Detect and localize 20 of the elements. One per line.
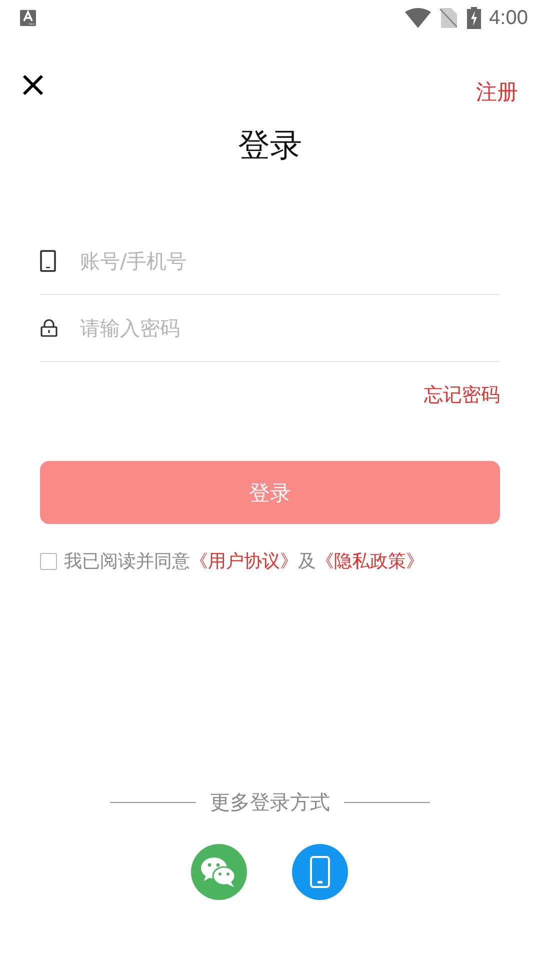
agreement-checkbox[interactable] bbox=[40, 552, 57, 570]
more-login-label: 更多登录方式 bbox=[210, 789, 330, 816]
user-agreement-link[interactable]: 《用户协议》 bbox=[190, 551, 298, 572]
privacy-policy-link[interactable]: 《隐私政策》 bbox=[316, 551, 424, 572]
wifi-icon bbox=[405, 8, 432, 28]
forgot-password-link[interactable]: 忘记密码 bbox=[424, 382, 500, 408]
password-field[interactable]: 请输入密码 bbox=[80, 316, 500, 340]
close-icon[interactable] bbox=[22, 74, 44, 96]
phone-login-icon[interactable] bbox=[292, 844, 348, 900]
lock-icon bbox=[40, 319, 58, 337]
keyboard-icon bbox=[20, 9, 36, 27]
agreement-text: 我已阅读并同意《用户协议》及《隐私政策》 bbox=[64, 550, 424, 573]
battery-charging-icon bbox=[467, 7, 482, 29]
phone-icon bbox=[40, 250, 56, 272]
page-title: 登录 bbox=[237, 125, 303, 166]
wechat-login-icon[interactable] bbox=[190, 844, 246, 900]
account-field[interactable]: 账号/手机号 bbox=[80, 249, 500, 273]
status-time: 4:00 bbox=[489, 6, 528, 30]
register-link[interactable]: 注册 bbox=[476, 78, 518, 106]
no-sim-icon bbox=[439, 8, 458, 28]
